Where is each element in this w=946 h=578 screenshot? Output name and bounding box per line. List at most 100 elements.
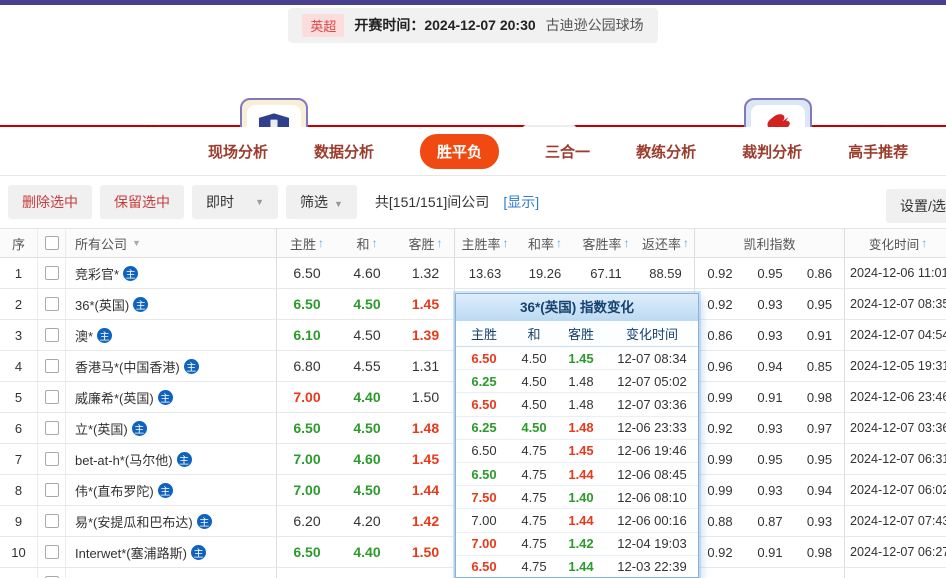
header-payout-rate[interactable]: 返还率↑ (637, 229, 695, 257)
sort-asc-icon[interactable]: ↑ (624, 236, 630, 250)
company-cell[interactable]: 易*(安提瓜和巴布达)主 (66, 506, 277, 536)
odds-cell: 1.31 (397, 351, 455, 381)
change-time-cell: 2024-12-06 23:46 (845, 382, 946, 412)
row-number: 10 (0, 537, 38, 567)
table-toolbar: 删除选中 保留选中 即时▼ 筛选▼ 共[151/151]间公司 [显示] 设置/… (0, 176, 946, 228)
tab-expert-picks[interactable]: 高手推荐 (848, 141, 908, 162)
popup-odds-cell: 6.50 (456, 559, 512, 574)
filter-dropdown[interactable]: 筛选▼ (286, 185, 357, 219)
odds-cell: 6.80 (277, 351, 337, 381)
row-checkbox[interactable] (45, 359, 59, 373)
sort-asc-icon[interactable]: ↑ (372, 236, 378, 250)
tab-data-analysis[interactable]: 数据分析 (314, 141, 374, 162)
show-link[interactable]: [显示] (503, 192, 539, 212)
sort-asc-icon[interactable]: ↑ (921, 236, 927, 250)
settings-button[interactable]: 设置/选 (886, 189, 946, 223)
change-time-cell: 2024-12-05 19:31 (845, 351, 946, 381)
delete-selected-button[interactable]: 删除选中 (8, 185, 92, 219)
odds-cell: 4.55 (337, 351, 397, 381)
change-time-cell: 2024-12-07 03:36 (845, 413, 946, 443)
popup-odds-cell: 6.50 (456, 397, 512, 412)
company-name: 澳* (75, 326, 93, 345)
tab-three-in-one[interactable]: 三合一 (545, 141, 590, 162)
company-cell[interactable]: 伟*(直布罗陀)主 (66, 475, 277, 505)
kelly-cell: 0.87 (745, 506, 795, 536)
header-draw-odds[interactable]: 和↑ (337, 229, 397, 257)
table-header-row: 序 所有公司▼ 主胜↑ 和↑ 客胜↑ 主胜率↑ 和率↑ 客胜率↑ 返还率↑ 凯利… (0, 228, 946, 258)
tab-win-draw-lose[interactable]: 胜平负 (420, 134, 499, 169)
header-company[interactable]: 所有公司▼ (66, 229, 277, 257)
venue-name: 古迪逊公园球场 (546, 15, 644, 35)
row-checkbox-cell (38, 475, 66, 505)
company-cell[interactable]: 香港马*(中国香港)主 (66, 351, 277, 381)
odds-cell: 6.50 (277, 537, 337, 567)
kelly-cell: 0.96 (695, 351, 745, 381)
company-cell[interactable] (66, 568, 277, 578)
odds-cell: 1.42 (397, 506, 455, 536)
odds-cell: 6.50 (277, 258, 337, 288)
popup-odds-cell: 4.50 (512, 351, 556, 366)
popup-time-cell: 12-06 19:46 (606, 443, 698, 458)
sort-asc-icon[interactable]: ↑ (556, 236, 562, 250)
rate-cell: 67.11 (575, 258, 637, 288)
popup-odds-cell: 1.48 (556, 397, 606, 412)
row-checkbox[interactable] (45, 452, 59, 466)
kelly-cell: 0.92 (695, 258, 745, 288)
row-checkbox[interactable] (45, 545, 59, 559)
header-change-time[interactable]: 变化时间↑ (845, 229, 946, 257)
tab-live-analysis[interactable]: 现场分析 (208, 141, 268, 162)
instant-odds-dropdown[interactable]: 即时▼ (192, 185, 278, 219)
sort-asc-icon[interactable]: ↑ (683, 236, 689, 250)
row-number: 7 (0, 444, 38, 474)
header-away-rate[interactable]: 客胜率↑ (575, 229, 637, 257)
popup-row: 7.004.751.4412-06 00:16 (456, 509, 698, 532)
kelly-cell: 0.93 (745, 320, 795, 350)
home-badge-icon: 主 (177, 452, 192, 467)
header-select-all[interactable] (38, 229, 66, 257)
row-checkbox-cell (38, 320, 66, 350)
row-checkbox[interactable] (45, 514, 59, 528)
kelly-cell (745, 568, 795, 578)
company-cell[interactable]: 36*(英国)主 (66, 289, 277, 319)
match-info-box: 英超 开赛时间：2024-12-07 20:30 古迪逊公园球场 (288, 8, 657, 43)
kelly-cell: 0.92 (695, 537, 745, 567)
select-all-checkbox[interactable] (45, 236, 59, 250)
keep-selected-button[interactable]: 保留选中 (100, 185, 184, 219)
popup-time-cell: 12-07 05:02 (606, 374, 698, 389)
sort-asc-icon[interactable]: ↑ (318, 236, 324, 250)
header-home-odds[interactable]: 主胜↑ (277, 229, 337, 257)
company-cell[interactable]: 竞彩官*主 (66, 258, 277, 288)
odds-cell: 4.60 (337, 258, 397, 288)
odds-cell: 4.50 (337, 320, 397, 350)
company-cell[interactable]: 澳*主 (66, 320, 277, 350)
popup-odds-cell: 6.25 (456, 374, 512, 389)
header-draw-rate[interactable]: 和率↑ (515, 229, 575, 257)
kelly-cell: 0.99 (695, 444, 745, 474)
row-checkbox-cell (38, 413, 66, 443)
company-cell[interactable]: bet-at-h*(马尔他)主 (66, 444, 277, 474)
company-cell[interactable]: Interwet*(塞浦路斯)主 (66, 537, 277, 567)
odds-cell: 1.45 (397, 289, 455, 319)
tab-coach-analysis[interactable]: 教练分析 (636, 141, 696, 162)
row-checkbox[interactable] (45, 266, 59, 280)
sort-asc-icon[interactable]: ↑ (437, 236, 443, 250)
odds-cell: 1.48 (397, 413, 455, 443)
header-draw-label: 和 (356, 234, 369, 253)
popup-odds-cell: 7.00 (456, 513, 512, 528)
tab-referee-analysis[interactable]: 裁判分析 (742, 141, 802, 162)
popup-row: 6.254.501.4812-06 23:33 (456, 417, 698, 440)
row-checkbox[interactable] (45, 390, 59, 404)
row-checkbox[interactable] (45, 297, 59, 311)
company-cell[interactable]: 立*(英国)主 (66, 413, 277, 443)
company-cell[interactable]: 威廉希*(英国)主 (66, 382, 277, 412)
popup-odds-cell: 4.75 (512, 490, 556, 505)
sort-asc-icon[interactable]: ↑ (503, 236, 509, 250)
row-checkbox[interactable] (45, 483, 59, 497)
popup-title: 36*(英国) 指数变化 (456, 294, 698, 321)
analysis-tab-bar: 现场分析 数据分析 胜平负 三合一 教练分析 裁判分析 高手推荐 (0, 127, 946, 176)
row-checkbox[interactable] (45, 328, 59, 342)
kelly-cell: 0.99 (695, 382, 745, 412)
row-checkbox[interactable] (45, 421, 59, 435)
header-away-odds[interactable]: 客胜↑ (397, 229, 455, 257)
header-home-rate[interactable]: 主胜率↑ (455, 229, 515, 257)
